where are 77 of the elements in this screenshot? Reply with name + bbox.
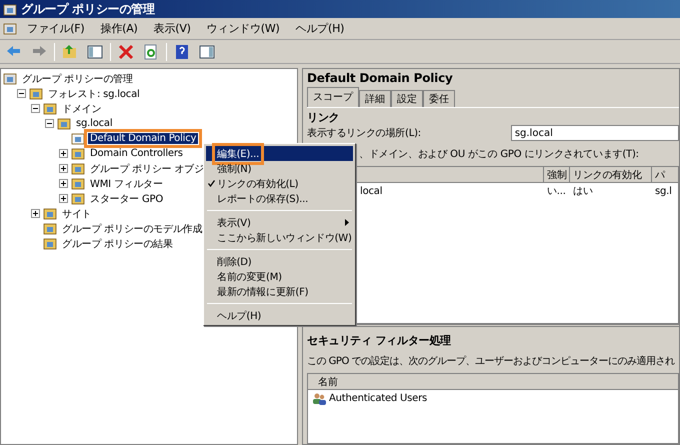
tree-item[interactable]: グループ ポリシー オブジ	[88, 162, 206, 176]
folder-icon	[43, 222, 57, 235]
show-tree-icon	[86, 42, 104, 60]
table-cell-text: はい	[572, 185, 594, 198]
column-header[interactable]: パ	[652, 167, 678, 183]
expand-toggle[interactable]	[59, 149, 68, 158]
user-name: Authenticated Users	[329, 392, 428, 404]
location-field[interactable]: sg.local	[510, 125, 679, 141]
tree-item[interactable]: sg.local	[74, 118, 114, 129]
folder-icon	[57, 117, 71, 130]
table-cell-text: sg.l	[654, 186, 673, 196]
tree-item[interactable]: ドメイン	[60, 102, 104, 116]
context-menu-item[interactable]: 強制(N)	[206, 161, 353, 176]
menu-item[interactable]: 操作(A)	[94, 21, 144, 36]
tree-item[interactable]: グループ ポリシーの管理	[20, 72, 135, 86]
menu-item[interactable]: 表示(V)	[148, 21, 197, 36]
table-cell-text: local	[359, 186, 384, 196]
folder-icon	[71, 177, 85, 190]
folder-up-icon	[61, 42, 79, 60]
column-header[interactable]: 強制	[544, 167, 570, 183]
field-label: 表示するリンクの場所(L):	[307, 126, 422, 140]
tab[interactable]: スコープ	[307, 87, 359, 107]
folder-icon	[43, 102, 57, 115]
help-icon	[173, 42, 191, 60]
collapse-toggle[interactable]	[17, 89, 26, 98]
context-menu-item[interactable]: レポートの保存(S)...	[206, 191, 353, 206]
submenu-arrow-icon	[345, 219, 349, 226]
collapse-toggle[interactable]	[45, 119, 54, 128]
expand-toggle[interactable]	[59, 179, 68, 188]
table-cell-text: い...	[546, 185, 567, 198]
console-icon	[3, 2, 17, 16]
details-title: Default Domain Policy	[307, 71, 454, 87]
tree-item[interactable]: WMI フィルター	[88, 176, 165, 190]
description-text: 、ドメイン、および OU がこの GPO にリンクされています(T):	[358, 148, 640, 161]
window-title: グループ ポリシーの管理	[21, 0, 155, 18]
expand-toggle[interactable]	[59, 194, 68, 203]
tree-item[interactable]: スターター GPO	[88, 192, 166, 206]
action-pane-icon	[198, 42, 216, 60]
tree-item[interactable]: グループ ポリシーの結果	[60, 236, 175, 250]
collapse-toggle[interactable]	[31, 104, 40, 113]
tree-item[interactable]: グループ ポリシーのモデル作成	[60, 222, 204, 236]
tree-item[interactable]: Default Domain Policy	[88, 133, 198, 144]
context-menu-item[interactable]: 最新の情報に更新(F)	[206, 284, 353, 299]
menu-item[interactable]: ヘルプ(H)	[290, 21, 350, 36]
users-icon	[312, 392, 326, 404]
folder-icon	[43, 207, 57, 220]
menu-item[interactable]: ウィンドウ(W)	[200, 21, 286, 36]
folder-icon	[71, 162, 85, 175]
tab[interactable]: 設定	[391, 90, 423, 107]
expand-toggle[interactable]	[59, 164, 68, 173]
folder-icon	[71, 192, 85, 205]
section-heading: リンク	[307, 110, 340, 125]
tree-item[interactable]: サイト	[60, 206, 94, 220]
context-menu-item[interactable]: 削除(D)	[206, 254, 353, 269]
column-header[interactable]: 名前	[308, 374, 678, 390]
folder-icon	[43, 237, 57, 250]
context-menu-item[interactable]: リンクの有効化(L)	[206, 176, 353, 191]
tab[interactable]: 委任	[423, 90, 455, 107]
delete-icon	[117, 42, 135, 60]
expand-toggle[interactable]	[31, 209, 40, 218]
tree-item[interactable]: フォレスト: sg.local	[46, 86, 142, 100]
console-icon	[3, 22, 17, 35]
context-menu-item[interactable]: ここから新しいウィンドウ(W)	[206, 230, 353, 245]
column-header[interactable]: リンクの有効化	[570, 167, 652, 183]
section-heading: セキュリティ フィルター処理	[307, 333, 452, 348]
tree-item[interactable]: Domain Controllers	[88, 148, 185, 159]
document-icon	[71, 132, 85, 145]
console-icon	[3, 72, 17, 85]
description-text: この GPO での設定は、次のグループ、ユーザーおよびコンピューターにのみ適用され	[307, 354, 676, 368]
tab[interactable]: 詳細	[359, 90, 391, 107]
context-menu-item[interactable]: 名前の変更(M)	[206, 269, 353, 284]
context-menu-item[interactable]: 表示(V)	[206, 215, 353, 230]
folder-icon	[29, 87, 43, 100]
folder-icon	[71, 147, 85, 160]
checkmark-icon	[208, 180, 214, 187]
context-menu-item[interactable]: ヘルプ(H)	[206, 308, 353, 323]
menu-item[interactable]: ファイル(F)	[21, 21, 91, 36]
